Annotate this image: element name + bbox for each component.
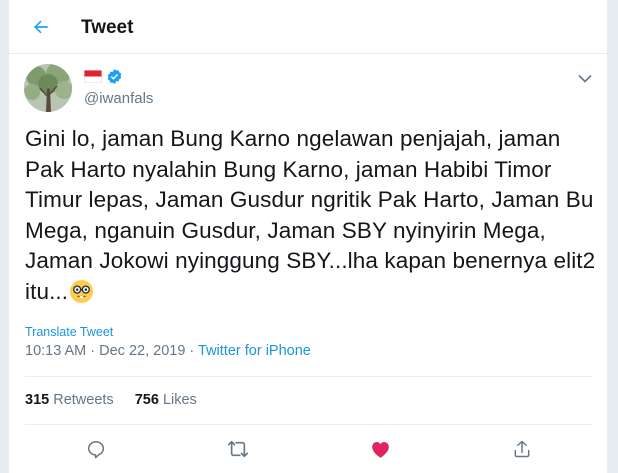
verified-badge-icon <box>107 68 122 84</box>
tweet-text-line: Timur lepas, Jaman Gusdur ngritik Pak Ha… <box>25 187 594 212</box>
back-arrow-icon <box>34 20 48 34</box>
tweet-text-last-line: itu... <box>25 277 600 308</box>
chevron-down-icon <box>578 74 592 83</box>
more-options-button[interactable] <box>575 68 595 88</box>
translate-tweet-link[interactable]: Translate Tweet <box>25 325 113 339</box>
divider <box>25 424 593 425</box>
like-button[interactable] <box>367 436 393 462</box>
retweets-label: Retweets <box>53 392 114 408</box>
tweet-meta: 10:13 AM · Dec 22, 2019 · Twitter for iP… <box>25 342 311 360</box>
tweet-actions <box>9 432 607 466</box>
likes-stat[interactable]: 756 Likes <box>135 392 197 408</box>
divider <box>25 376 593 377</box>
tweet-text: Gini lo, jaman Bung Karno ngelawan penja… <box>25 124 600 307</box>
retweet-button[interactable] <box>225 436 251 462</box>
reply-button[interactable] <box>83 436 109 462</box>
likes-label: Likes <box>162 392 197 408</box>
share-icon <box>514 440 530 458</box>
retweet-icon <box>227 440 249 458</box>
tweet-text-line: Gini lo, jaman Bung Karno ngelawan penja… <box>25 126 561 151</box>
tweet-text-line: Mega, nganuin Gusdur, Jaman SBY nyinyiri… <box>25 217 546 243</box>
tweet-text-line: itu... <box>25 278 69 304</box>
like-icon <box>371 442 389 458</box>
tweet-panel: Tweet @iwanfals Gini lo, jaman Bung Karn… <box>8 0 608 473</box>
nerd-face-emoji <box>70 279 94 303</box>
reply-icon <box>87 441 105 459</box>
display-name-row[interactable] <box>84 66 123 86</box>
share-button[interactable] <box>509 436 535 462</box>
tweet-source-link[interactable]: Twitter for iPhone <box>198 343 311 359</box>
avatar[interactable] <box>24 64 72 112</box>
back-button[interactable] <box>27 13 55 41</box>
indonesia-flag-icon <box>84 69 102 83</box>
header: Tweet <box>9 0 607 54</box>
tweet-text-line: Jaman Jokowi nyinggung SBY...lha kapan b… <box>25 248 596 273</box>
likes-count: 756 <box>134 392 159 408</box>
user-handle[interactable]: @iwanfals <box>84 90 153 108</box>
tweet-stats: 315 Retweets 756 Likes <box>25 391 214 409</box>
tweet-timestamp[interactable]: 10:13 AM · Dec 22, 2019 · <box>25 343 198 359</box>
avatar-image <box>24 64 72 112</box>
retweets-count: 315 <box>25 392 50 408</box>
tweet-text-line: Pak Harto nyalahin Bung Karno, jaman Hab… <box>25 156 552 182</box>
retweets-stat[interactable]: 315 Retweets <box>25 392 114 408</box>
page-title: Tweet <box>81 17 134 38</box>
